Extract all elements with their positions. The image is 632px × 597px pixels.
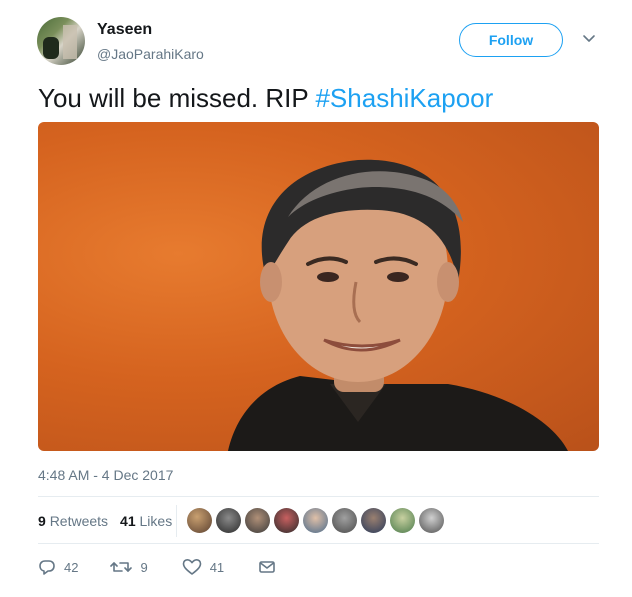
liker-avatar[interactable] [245,508,270,533]
liker-avatar[interactable] [187,508,212,533]
tweet-actions: 42 9 41 [38,558,276,576]
engagement-stats: 9 Retweets 41 Likes [38,513,172,529]
author-name[interactable]: Yaseen [97,21,152,39]
heart-icon [182,559,202,575]
likes-label: Likes [139,513,173,529]
retweets-count: 9 [38,513,46,529]
reply-count: 42 [64,559,79,575]
liker-avatar[interactable] [303,508,328,533]
retweet-count: 9 [140,559,148,575]
portrait-illustration [228,159,568,451]
tweet-photo[interactable] [38,122,599,451]
author-handle[interactable]: @JaoParahiKaro [97,46,204,62]
reply-action[interactable]: 42 [38,558,78,576]
author-avatar[interactable] [37,17,85,65]
divider-bottom [38,543,599,544]
likes-stat[interactable]: 41 Likes [120,513,172,529]
stats-separator [176,505,177,537]
likes-count: 41 [120,513,136,529]
caret-down-icon[interactable] [582,34,596,44]
message-icon [259,561,275,573]
liker-avatar[interactable] [390,508,415,533]
retweet-icon [110,562,133,572]
retweet-action[interactable]: 9 [110,558,148,576]
liker-avatar[interactable] [419,508,444,533]
reply-icon [39,560,55,575]
liker-avatar[interactable] [216,508,241,533]
hashtag-link[interactable]: #ShashiKapoor [315,83,493,113]
tweet-text: You will be missed. RIP #ShashiKapoor [38,83,493,114]
divider-top [38,496,599,497]
like-count: 41 [209,559,225,575]
follow-button[interactable]: Follow [459,23,563,57]
tweet-body: You will be missed. RIP [38,83,316,113]
retweets-label: Retweets [49,513,109,529]
tweet-timestamp[interactable]: 4:48 AM - 4 Dec 2017 [38,467,173,483]
liker-avatar[interactable] [332,508,357,533]
retweets-stat[interactable]: 9 Retweets [38,513,108,529]
direct-message-action[interactable] [258,559,276,575]
liker-avatar[interactable] [361,508,386,533]
likers-avatars [187,508,444,533]
like-action[interactable]: 41 [182,558,224,576]
liker-avatar[interactable] [274,508,299,533]
